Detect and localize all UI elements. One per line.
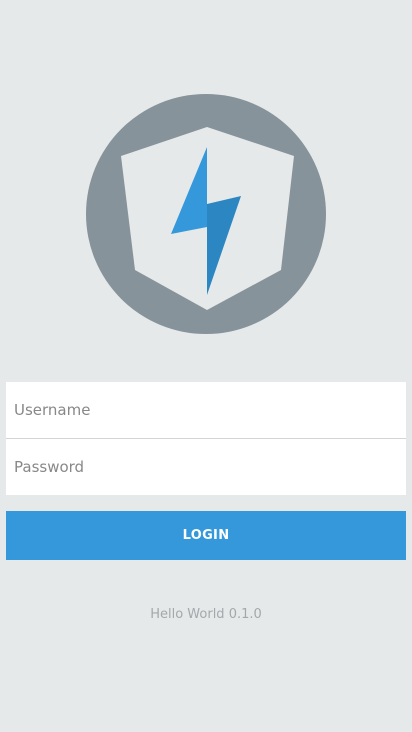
app-logo (86, 94, 326, 334)
login-form (6, 382, 406, 495)
username-input[interactable] (6, 382, 406, 438)
lightning-shield-icon (86, 94, 326, 334)
app-version-text: Hello World 0.1.0 (150, 607, 262, 622)
password-input[interactable] (6, 439, 406, 495)
login-button[interactable]: LOGIN (6, 511, 406, 560)
